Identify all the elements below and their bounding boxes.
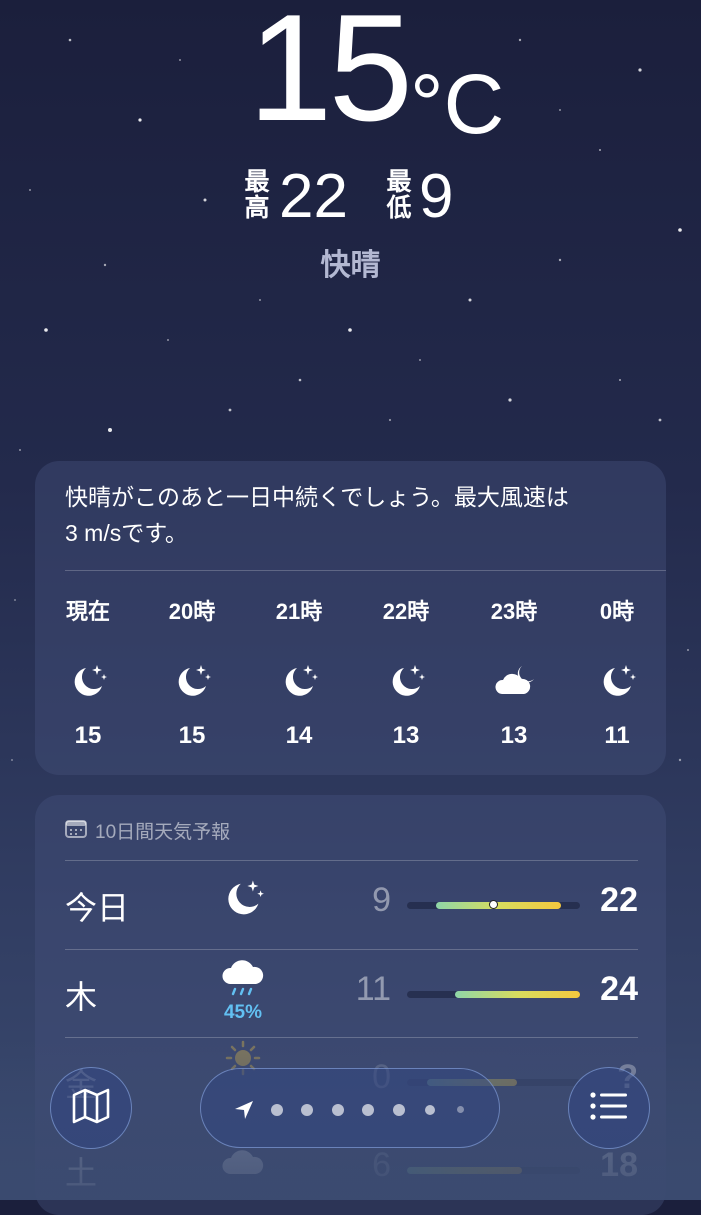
temp-range-bar <box>407 900 580 909</box>
map-icon <box>71 1087 111 1130</box>
hour-time: 20時 <box>168 599 216 624</box>
moon-stars-icon <box>170 660 214 700</box>
forecast-summary: 快晴がこのあと一日中続くでしょう。最大風速は 3 m/sです。 <box>65 484 569 546</box>
page-dot[interactable] <box>301 1104 313 1116</box>
hour-time: 22時 <box>382 599 430 624</box>
day-high: 22 <box>600 881 638 919</box>
hour-item: 現在 15 <box>43 594 133 750</box>
current-temperature: 15 <box>248 0 413 153</box>
hour-temp: 13 <box>392 722 420 749</box>
hour-time: 0時 <box>599 599 635 624</box>
moon-stars-icon <box>66 660 110 700</box>
day-high: 24 <box>600 970 638 1008</box>
list-button[interactable] <box>568 1067 650 1149</box>
page-dot[interactable] <box>393 1104 405 1116</box>
page-dot[interactable] <box>332 1104 344 1116</box>
temp-range-fill <box>435 902 561 909</box>
page-dot[interactable] <box>425 1105 435 1115</box>
current-conditions: 15 °C 最高 22 最低 9 快晴 <box>0 0 701 300</box>
high-value: 22 <box>279 162 348 231</box>
page-dot[interactable] <box>457 1106 464 1113</box>
moon-stars-icon <box>277 660 321 700</box>
location-page-indicator[interactable] <box>200 1068 500 1148</box>
hour-item: 0時 11 <box>572 594 662 750</box>
moon-stars-icon <box>218 875 268 919</box>
calendar-icon <box>65 818 87 844</box>
hour-temp: 13 <box>500 722 528 749</box>
moon-stars-icon <box>384 660 428 700</box>
day-row-thursday[interactable]: 木 45% 11 24 <box>35 950 666 1038</box>
condition-text: 快晴 <box>320 249 381 282</box>
precipitation-chance: 45% <box>223 1002 263 1023</box>
current-temp-marker <box>489 900 498 909</box>
bottom-toolbar <box>0 1060 701 1160</box>
high-label: 最高 <box>244 168 270 222</box>
cloud-rain-icon <box>218 956 268 1000</box>
day-name: 木 <box>65 979 98 1015</box>
hour-temp: 14 <box>285 722 313 749</box>
hour-item: 20時 15 <box>147 594 237 750</box>
map-button[interactable] <box>50 1067 132 1149</box>
daily-forecast-header: 10日間天気予報 <box>65 817 230 844</box>
list-icon <box>589 1091 629 1126</box>
hour-time: 21時 <box>275 599 323 624</box>
location-arrow-icon <box>233 1099 255 1126</box>
hour-time: 現在 <box>65 599 110 624</box>
daily-forecast-title: 10日間天気予報 <box>95 822 231 843</box>
hour-item: 22時 13 <box>361 594 451 750</box>
hour-temp: 11 <box>604 722 630 749</box>
hour-time: 23時 <box>490 599 538 624</box>
page-dot[interactable] <box>271 1104 283 1116</box>
hourly-forecast-card[interactable]: 快晴がこのあと一日中続くでしょう。最大風速は 3 m/sです。 現在 15 20… <box>35 461 666 775</box>
low-value: 9 <box>419 162 454 231</box>
divider <box>65 570 666 571</box>
day-low: 9 <box>372 881 391 919</box>
moon-stars-icon <box>595 660 639 700</box>
day-row-today[interactable]: 今日 9 22 <box>35 861 666 949</box>
day-low: 11 <box>355 970 391 1008</box>
low-label: 最低 <box>386 168 412 222</box>
temp-range-fill <box>455 991 580 998</box>
temperature-unit: °C <box>410 57 505 151</box>
page-dot[interactable] <box>362 1104 374 1116</box>
temp-range-bar <box>407 991 580 998</box>
hour-item: 23時 13 <box>469 594 559 750</box>
hour-temp: 15 <box>178 722 206 749</box>
hour-item: 21時 14 <box>254 594 344 750</box>
cloud-moon-icon <box>492 660 536 700</box>
hour-temp: 15 <box>74 722 102 749</box>
day-name: 今日 <box>65 890 130 926</box>
